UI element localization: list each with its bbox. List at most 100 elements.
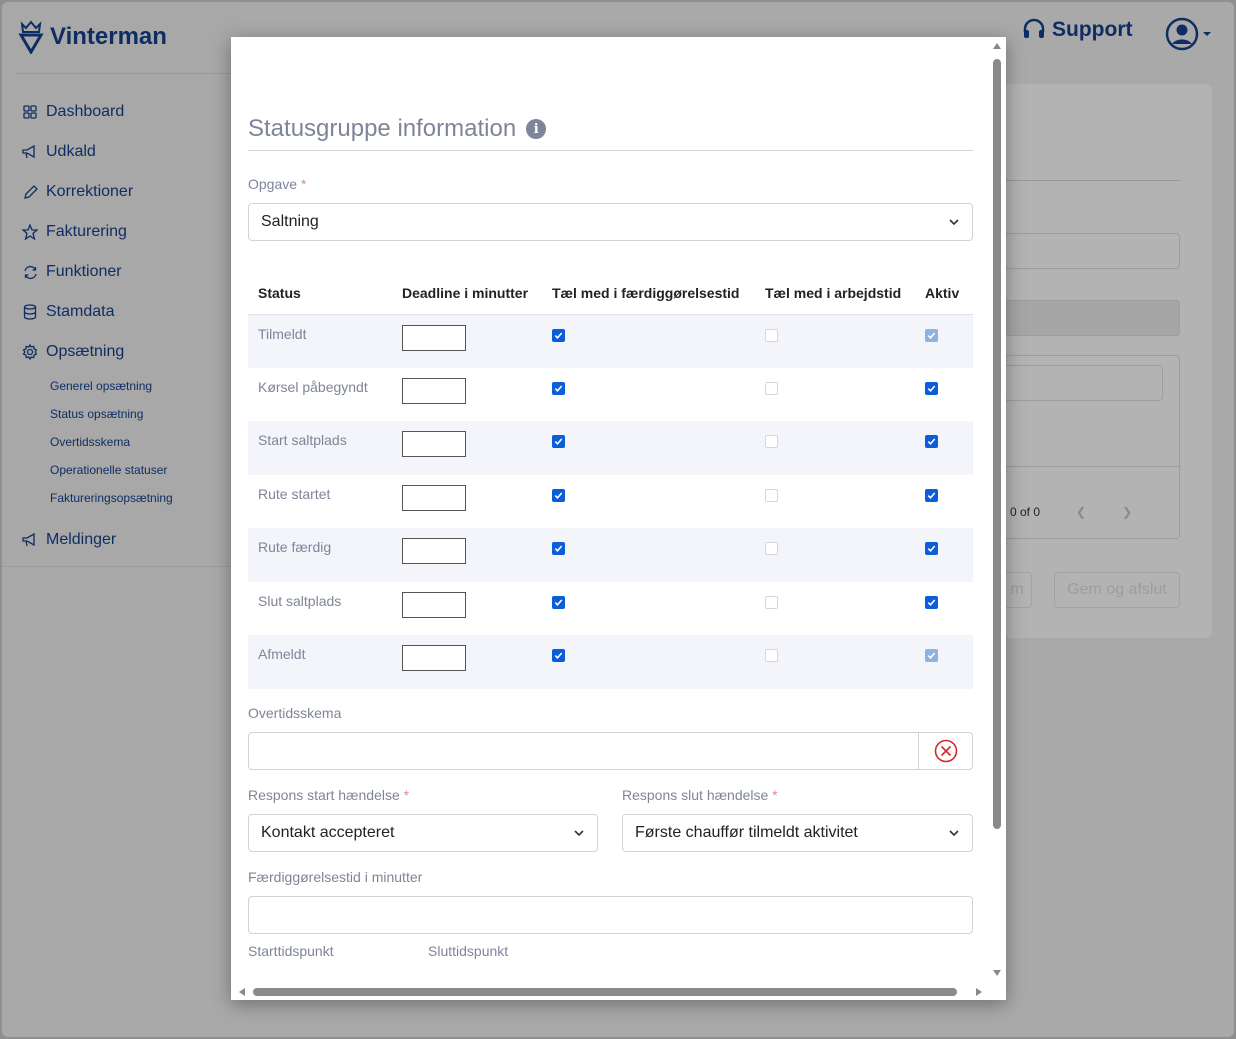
status-name: Rute startet [258,485,331,502]
user-avatar-icon [1165,17,1199,51]
chevron-down-icon [949,219,959,226]
sidebar-subitem-status[interactable]: Status opsætning [2,400,242,428]
brand-name: Vinterman [50,23,167,50]
faerdig-label: Færdiggørelsestid i minutter [248,869,423,885]
faerdig-checkbox[interactable] [552,381,565,395]
sidebar-divider [16,73,240,74]
deadline-input[interactable] [402,484,466,511]
modal-title-text: Statusgruppe information [248,115,517,142]
deadline-input[interactable] [402,538,466,564]
column-header-deadline: Deadline i minutter [392,272,542,315]
faerdig-checkbox[interactable] [552,488,565,502]
status-row: Afmeldt [248,635,973,689]
chevron-down-icon [574,830,584,837]
faerdig-checkbox[interactable] [552,595,565,609]
respons-start-select[interactable]: Kontakt accepteret [248,814,598,852]
faerdig-checkbox[interactable] [552,649,565,662]
scroll-down-arrow[interactable] [993,970,1001,976]
sidebar-item-korrektioner[interactable]: Korrektioner [2,172,242,212]
overtid-label: Overtidsskema [248,705,342,721]
status-name: Kørsel påbegyndt [258,378,368,395]
sidebar-item-fakturering[interactable]: Fakturering [2,212,242,252]
deadline-input[interactable] [402,591,466,618]
vertical-scrollbar[interactable] [989,37,1006,984]
sidebar-item-meldinger[interactable]: Meldinger [2,520,242,560]
background-field [1002,233,1180,269]
statusgroup-modal: Statusgruppe information i Opgave * Salt… [231,37,1006,1000]
sidebar-item-opsaetning[interactable]: Opsætning [2,332,242,372]
deadline-input[interactable] [402,431,466,457]
title-divider [248,150,973,151]
sidebar-item-label: Korrektioner [46,183,134,200]
background-field [1002,300,1180,336]
aktiv-checkbox[interactable] [925,435,938,448]
scroll-left-arrow[interactable] [239,988,245,996]
respons-slut-label: Respons slut hændelse * [622,787,778,803]
faerdig-checkbox[interactable] [552,328,565,342]
sidebar-item-funktioner[interactable]: Funktioner [2,252,242,292]
status-row: Tilmeldt [248,314,973,368]
faerdig-checkbox[interactable] [552,542,565,555]
scroll-up-arrow[interactable] [993,43,1001,49]
clear-overtid-button[interactable] [918,733,972,769]
faerdig-checkbox[interactable] [552,435,565,448]
sidebar-item-udkald[interactable]: Udkald [2,132,242,172]
sidebar-item-stamdata[interactable]: Stamdata [2,292,242,332]
status-name: Afmeldt [258,646,306,662]
sidebar-item-label: Udkald [46,143,96,160]
background-save-close-button[interactable]: Gem og afslut [1054,572,1180,608]
scroll-right-arrow[interactable] [976,988,982,996]
aktiv-checkbox[interactable] [925,595,938,609]
aktiv-checkbox [925,649,938,662]
sidebar-item-dashboard[interactable]: Dashboard [2,92,242,132]
status-row: Slut saltplads [248,582,973,636]
status-row: Rute startet [248,475,973,529]
support-link[interactable]: Support [1022,18,1132,42]
pencil-icon [22,184,38,200]
crown-logo-icon [18,20,44,54]
horizontal-scrollbar[interactable] [231,984,1006,1000]
headset-icon [1023,18,1045,38]
chevron-left-icon[interactable]: ❮ [1076,505,1086,519]
sidebar-item-label: Stamdata [46,303,115,320]
pager-text: 0 of 0 [1010,505,1041,519]
deadline-input[interactable] [402,324,466,351]
background-search [1003,365,1163,401]
arbejd-checkbox [765,649,778,662]
clear-circle-icon [934,739,957,763]
respons-start-value: Kontakt accepteret [261,824,395,841]
sidebar-subitem-generel[interactable]: Generel opsætning [2,372,242,400]
sidebar-subitem-overtid[interactable]: Overtidsskema [2,428,242,456]
background-save-button[interactable]: m [1002,572,1032,608]
deadline-input[interactable] [402,645,466,671]
user-menu[interactable] [1165,17,1212,51]
sidebar-subitem-operationelle[interactable]: Operationelle statuser [2,456,242,484]
deadline-input[interactable] [402,377,466,404]
opgave-value: Saltning [261,213,319,230]
sidebar-item-label: Opsætning [46,343,125,360]
opgave-label: Opgave * [248,176,307,192]
info-icon[interactable]: i [526,119,547,139]
arbejd-checkbox [765,381,778,395]
column-header-arbejd: Tæl med i arbejdstid [755,272,915,315]
respons-slut-select[interactable]: Første chauffør tilmeldt aktivitet [622,814,973,852]
column-header-aktiv: Aktiv [915,272,973,315]
overtid-field[interactable] [248,732,973,770]
status-name: Rute færdig [258,539,332,555]
chevron-right-icon[interactable]: ❯ [1122,505,1132,519]
opgave-select[interactable]: Saltning [248,203,973,241]
aktiv-checkbox[interactable] [925,542,938,555]
brand-logo[interactable]: Vinterman [18,20,167,54]
sidebar-item-label: Funktioner [46,263,122,280]
horizontal-scroll-thumb[interactable] [253,988,957,996]
aktiv-checkbox[interactable] [925,488,938,502]
arbejd-checkbox [765,328,778,342]
sidebar-subitem-fakturering[interactable]: Faktureringsopsætning [2,484,242,512]
grid-icon [22,104,38,120]
refresh-icon [22,264,38,280]
aktiv-checkbox[interactable] [925,381,938,395]
faerdig-input[interactable] [248,896,973,934]
vertical-scroll-thumb[interactable] [993,59,1001,829]
arbejd-checkbox [765,488,778,502]
star-icon [22,224,38,240]
